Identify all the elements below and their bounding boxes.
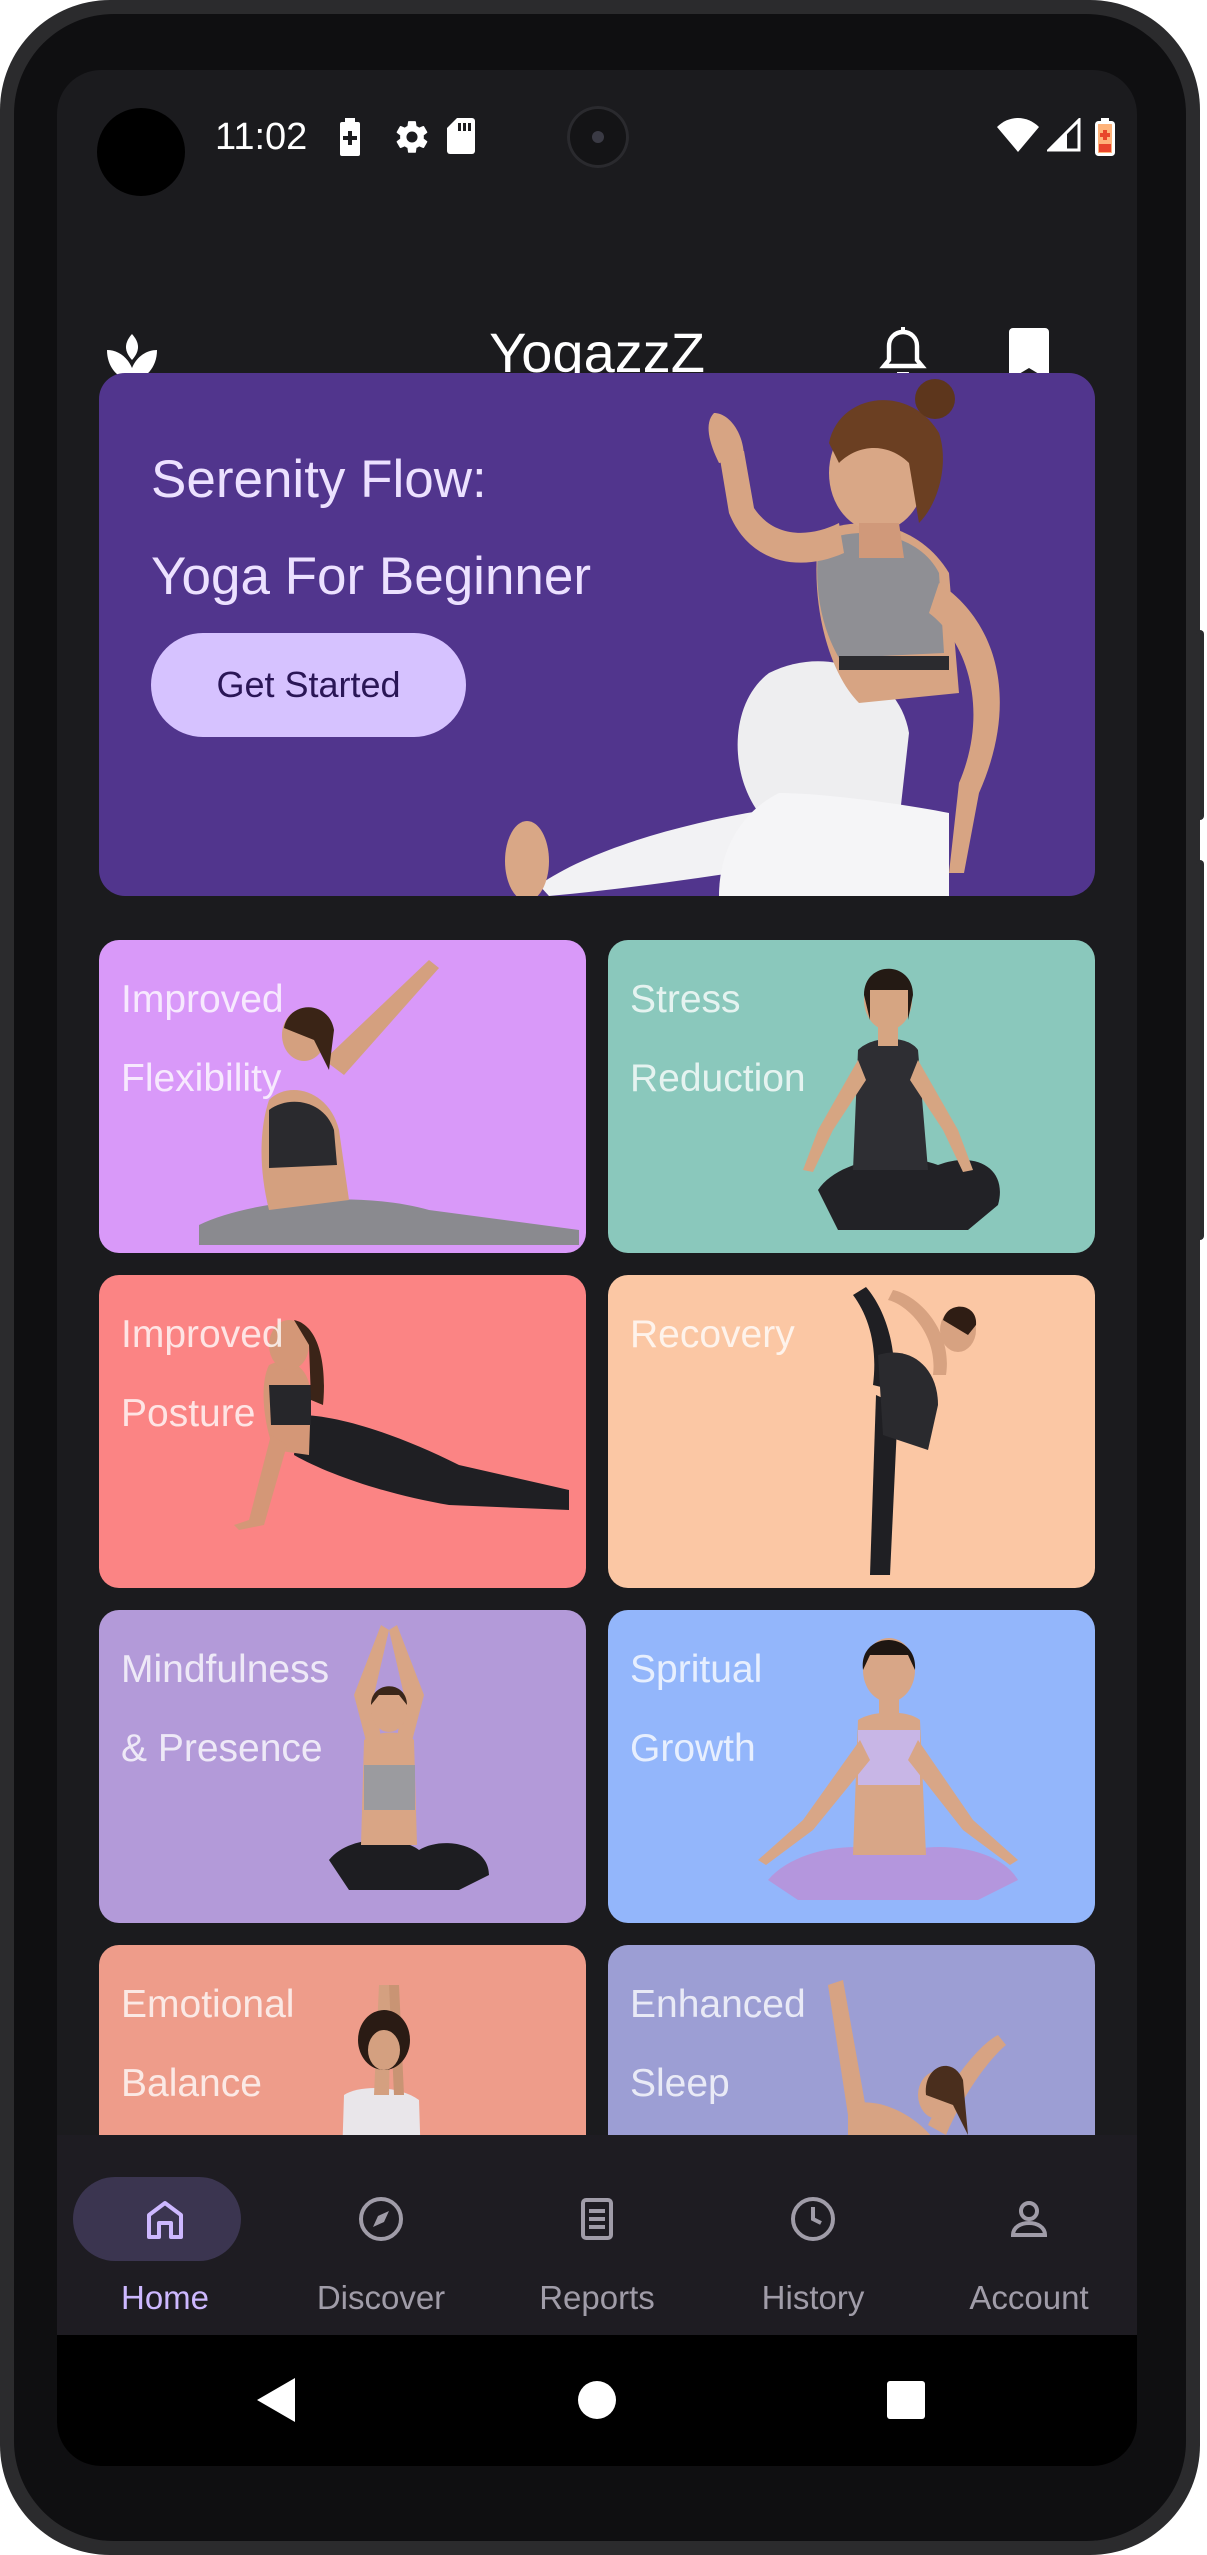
tile-label-line1: Enhanced xyxy=(630,1983,806,2026)
nav-label: Discover xyxy=(316,2279,446,2316)
get-started-button[interactable]: Get Started xyxy=(151,633,466,737)
app-bar: YogazzZ xyxy=(57,270,1137,390)
tile-label-line2: Growth xyxy=(630,1727,756,1770)
nav-home[interactable]: Home xyxy=(57,2135,273,2335)
volume-button xyxy=(1196,860,1204,1240)
sensor-cutout xyxy=(97,108,185,196)
nav-label: Reports xyxy=(539,2279,655,2316)
status-time: 11:02 xyxy=(215,116,308,158)
power-button xyxy=(1196,630,1204,820)
hero-banner[interactable]: Serenity Flow: Yoga For Beginner Get Sta… xyxy=(99,373,1095,896)
nav-label: History xyxy=(761,2279,865,2316)
tile-stress-reduction[interactable]: Stress Reduction xyxy=(608,940,1095,1253)
tile-label-line2: Posture xyxy=(121,1392,256,1435)
tile-label-line2: Reduction xyxy=(630,1057,806,1100)
nav-history[interactable]: History xyxy=(705,2135,921,2335)
front-camera xyxy=(567,106,629,168)
system-navigation-bar xyxy=(57,2335,1137,2466)
tile-label-line2: Balance xyxy=(121,2062,262,2105)
nav-label: Home xyxy=(120,2279,210,2316)
phone-frame: 11:02 YogazzZ Serenity Flow: Yoga For Be… xyxy=(0,0,1204,2555)
hero-title: Serenity Flow: Yoga For Beginner xyxy=(151,431,591,625)
tile-label-line1: Improved xyxy=(121,978,284,1021)
tile-enhanced-sleep[interactable]: Enhanced Sleep xyxy=(608,1945,1095,2135)
battery-saver-icon xyxy=(340,118,360,156)
tile-mindfulness-presence[interactable]: Mindfulness & Presence xyxy=(99,1610,586,1923)
sd-card-icon xyxy=(447,118,475,154)
tile-label-line2: Flexibility xyxy=(121,1057,282,1100)
person-icon xyxy=(1010,2201,1048,2237)
back-icon[interactable] xyxy=(257,2378,297,2422)
tile-improved-flexibility[interactable]: Improved Flexibility xyxy=(99,940,586,1253)
compass-icon xyxy=(359,2197,403,2241)
home-circle-icon[interactable] xyxy=(577,2380,617,2420)
settings-gear-icon xyxy=(396,121,428,153)
tile-label: Mindfulness & Presence xyxy=(121,1630,329,1788)
tile-improved-posture[interactable]: Improved Posture xyxy=(99,1275,586,1588)
tile-emotional-balance[interactable]: Emotional Balance xyxy=(99,1945,586,2135)
home-icon xyxy=(147,2201,183,2239)
tile-label-line1: Recovery xyxy=(630,1313,795,1356)
tile-spiritual-growth[interactable]: Spritual Growth xyxy=(608,1610,1095,1923)
tile-recovery[interactable]: Recovery xyxy=(608,1275,1095,1588)
tile-label: Improved Posture xyxy=(121,1295,284,1453)
tile-label-line1: Mindfulness xyxy=(121,1648,330,1691)
bottom-navigation: Home Discover Reports History Account xyxy=(57,2135,1137,2335)
status-bar: 11:02 xyxy=(57,70,1137,200)
nav-reports[interactable]: Reports xyxy=(489,2135,705,2335)
nav-discover[interactable]: Discover xyxy=(273,2135,489,2335)
screen: 11:02 YogazzZ Serenity Flow: Yoga For Be… xyxy=(57,70,1137,2466)
report-document-icon xyxy=(581,2198,613,2240)
clock-icon xyxy=(791,2197,835,2241)
tile-label-line1: Spritual xyxy=(630,1648,763,1691)
tile-label-line1: Stress xyxy=(630,978,741,1021)
tile-label-line1: Emotional xyxy=(121,1983,295,2026)
wifi-icon xyxy=(997,118,1039,152)
nav-account[interactable]: Account xyxy=(921,2135,1137,2335)
battery-low-icon xyxy=(1095,118,1115,156)
signal-icon xyxy=(1047,118,1081,152)
tile-label-line2: Sleep xyxy=(630,2062,730,2105)
tile-label: Spritual Growth xyxy=(630,1630,762,1788)
hero-title-line2: Yoga For Beginner xyxy=(151,547,592,606)
tile-label: Improved Flexibility xyxy=(121,960,284,1118)
tile-label-line1: Improved xyxy=(121,1313,284,1356)
hero-title-line1: Serenity Flow: xyxy=(151,450,487,509)
tile-label-line2: & Presence xyxy=(121,1727,323,1770)
nav-label: Account xyxy=(969,2279,1089,2316)
tile-label: Enhanced Sleep xyxy=(630,1965,806,2123)
tile-label: Stress Reduction xyxy=(630,960,806,1118)
benefit-grid: Improved Flexibility Stress Reduction Im… xyxy=(99,940,1095,2135)
recents-square-icon[interactable] xyxy=(887,2381,925,2419)
tile-label: Emotional Balance xyxy=(121,1965,294,2123)
tile-label: Recovery xyxy=(630,1295,795,1374)
